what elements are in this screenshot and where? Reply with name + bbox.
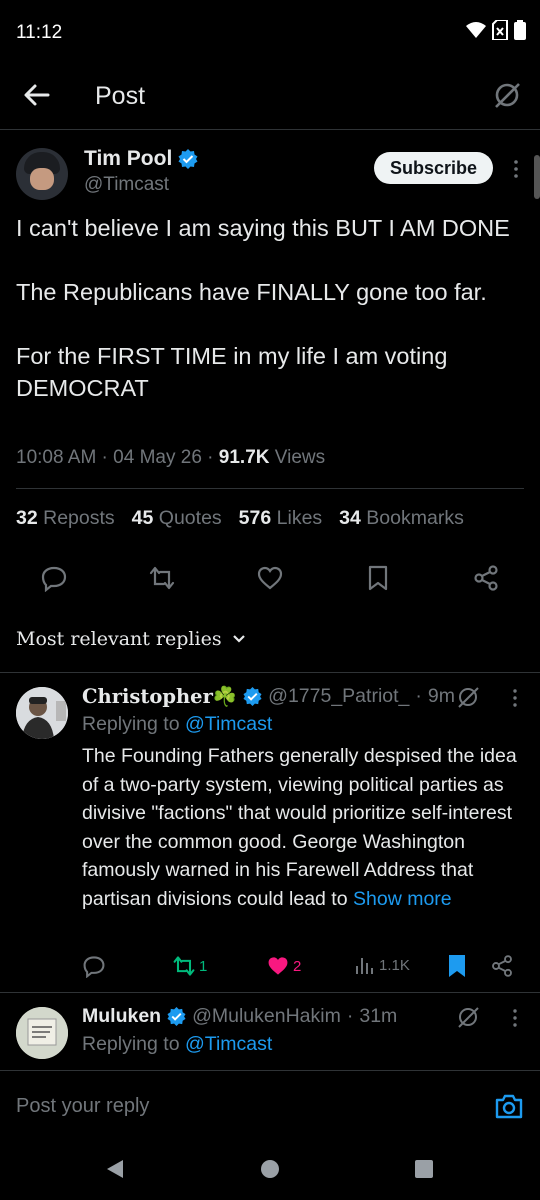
reply-age: 31m — [359, 1005, 398, 1027]
battery-icon — [514, 20, 526, 40]
nav-recents-icon[interactable] — [413, 1158, 435, 1180]
nav-back-icon[interactable] — [104, 1158, 126, 1180]
views-label: Views — [274, 447, 326, 468]
post-text: I can't believe I am saying this BUT I A… — [16, 215, 510, 401]
avatar[interactable] — [16, 1007, 68, 1059]
grok-icon[interactable] — [456, 685, 480, 709]
bookmark-icon[interactable] — [364, 564, 392, 592]
sim-icon — [492, 20, 508, 40]
stat-reposts[interactable]: 32 Reposts — [16, 507, 115, 530]
post-time: 10:08 AM — [16, 447, 97, 468]
top-bar: Post — [0, 64, 540, 130]
status-time: 11:12 — [16, 22, 63, 43]
reply-input-placeholder[interactable]: Post your reply — [16, 1095, 149, 1118]
page-title: Post — [95, 82, 146, 110]
author-name[interactable]: Tim Pool — [84, 147, 172, 171]
reply-repost-count: 1 — [199, 957, 208, 975]
post-action-bar — [0, 560, 540, 600]
reply-item[interactable]: Muluken @MulukenHakim · 31m Replying to @T… — [0, 993, 540, 1070]
reply-like-count: 2 — [293, 957, 302, 975]
back-arrow-icon[interactable] — [22, 80, 52, 110]
reply-share-button[interactable] — [490, 954, 514, 978]
more-options-icon[interactable] — [510, 158, 522, 180]
verified-badge-icon — [178, 149, 198, 169]
reply-icon[interactable] — [40, 564, 68, 592]
reply-item[interactable]: Christopher☘️ @1775_Patriot_ · 9m Replying… — [0, 673, 540, 991]
avatar[interactable] — [16, 687, 68, 739]
views-count: 91.7K — [218, 447, 270, 468]
post-meta: 10:08 AM · 04 May 26 · 91.7K Views — [16, 447, 326, 468]
verified-badge-icon — [167, 1007, 186, 1026]
share-icon[interactable] — [472, 564, 500, 592]
camera-icon[interactable] — [494, 1091, 524, 1121]
like-filled-icon — [268, 957, 288, 975]
system-navigation-bar — [0, 1140, 540, 1200]
reply-views-count: 1.1K — [379, 956, 410, 974]
wifi-icon — [466, 22, 486, 38]
replying-to: Replying to @Timcast — [82, 1033, 273, 1055]
replying-to-link[interactable]: @Timcast — [185, 713, 272, 735]
reply-author-handle[interactable]: @1775_Patriot_ — [268, 685, 409, 708]
repost-icon[interactable] — [148, 564, 176, 592]
engagement-stats: 32 Reposts 45 Quotes 576 Likes 34 Bookma… — [16, 507, 464, 530]
reply-author-name[interactable]: Christopher☘️ — [82, 685, 237, 708]
reply-reply-button[interactable] — [82, 954, 106, 978]
reply-bookmark-button[interactable] — [446, 954, 468, 978]
replies-sort-dropdown[interactable]: Most relevant replies — [16, 628, 246, 650]
stat-bookmarks[interactable]: 34 Bookmarks — [339, 507, 464, 530]
reply-compose-bar[interactable]: Post your reply — [0, 1070, 540, 1140]
status-icons — [466, 20, 526, 40]
replying-to-link[interactable]: @Timcast — [185, 1033, 272, 1055]
reply-like-button[interactable]: 2 — [266, 954, 301, 978]
reply-views-button[interactable]: 1.1K — [354, 954, 410, 976]
like-icon[interactable] — [256, 564, 284, 592]
status-bar: 11:12 — [0, 0, 540, 64]
replies-sort-label: Most relevant replies — [16, 628, 222, 650]
post-header: Tim Pool @Timcast Subscribe — [0, 140, 540, 204]
show-more-link[interactable]: Show more — [353, 888, 452, 910]
reply-icon — [83, 956, 105, 978]
repost-icon — [173, 956, 195, 976]
more-options-icon[interactable] — [510, 1008, 520, 1028]
avatar[interactable] — [16, 148, 68, 200]
reply-repost-button[interactable]: 1 — [172, 954, 207, 978]
share-icon — [492, 955, 512, 977]
post-date: 04 May 26 — [113, 447, 202, 468]
reply-author-handle[interactable]: @MulukenHakim — [192, 1005, 341, 1028]
reply-author-row[interactable]: Muluken @MulukenHakim · 31m — [82, 1005, 397, 1028]
grok-icon[interactable] — [456, 1005, 480, 1029]
verified-badge-icon — [243, 687, 262, 706]
scrollbar-thumb[interactable] — [534, 155, 540, 199]
bookmark-filled-icon — [449, 955, 465, 977]
reply-text: The Founding Fathers generally despised … — [82, 745, 517, 910]
grok-icon[interactable] — [492, 80, 522, 110]
subscribe-button[interactable]: Subscribe — [373, 152, 493, 184]
nav-home-icon[interactable] — [259, 1158, 281, 1180]
divider — [16, 488, 524, 489]
reply-age: 9m — [427, 685, 455, 707]
reply-author-row[interactable]: Christopher☘️ @1775_Patriot_ · 9m — [82, 685, 455, 708]
reply-action-bar: 1 2 1.1K — [82, 950, 522, 982]
more-options-icon[interactable] — [510, 688, 520, 708]
stat-likes[interactable]: 576 Likes — [239, 507, 323, 530]
author-name-row[interactable]: Tim Pool — [84, 147, 198, 171]
replying-to: Replying to @Timcast — [82, 713, 273, 735]
stat-quotes[interactable]: 45 Quotes — [132, 507, 222, 530]
author-handle[interactable]: @Timcast — [84, 174, 169, 196]
views-chart-icon — [356, 958, 373, 974]
chevron-down-icon — [232, 635, 245, 643]
reply-author-name[interactable]: Muluken — [82, 1005, 161, 1028]
